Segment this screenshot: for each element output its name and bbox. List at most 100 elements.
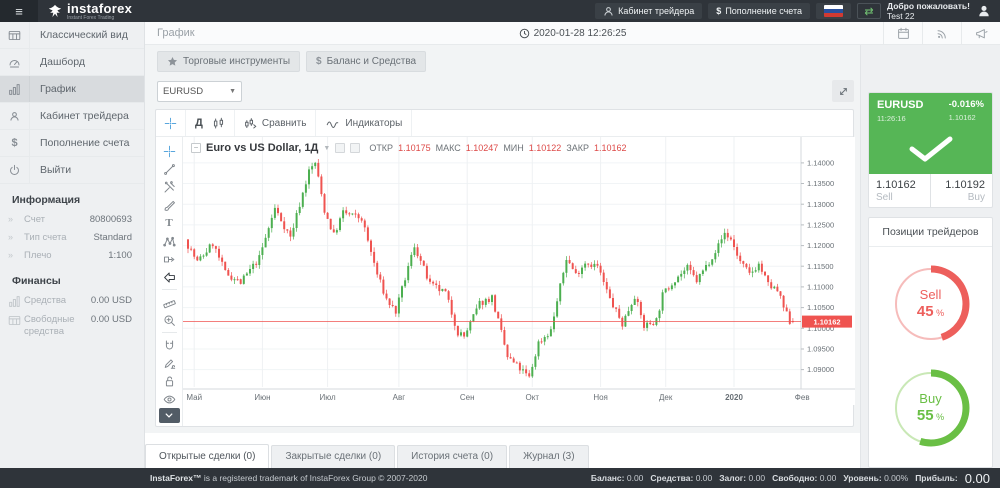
lock-tool[interactable]	[156, 372, 182, 390]
svg-text:Дек: Дек	[659, 393, 673, 402]
svg-text:1.10500: 1.10500	[807, 303, 834, 312]
left-sidebar: Классический вид Дашборд ГрафикКабинет тре…	[0, 22, 145, 468]
brush-tool[interactable]	[156, 196, 182, 214]
language-flag-button[interactable]	[816, 3, 851, 19]
ruler-tool[interactable]	[156, 293, 182, 311]
clock-icon	[519, 28, 530, 39]
person-icon	[603, 6, 614, 17]
svg-text:Июл: Июл	[319, 393, 336, 402]
balance-label: Баланс и Средства	[327, 56, 417, 67]
announcements-button[interactable]	[961, 22, 1000, 44]
sidebar-item-1[interactable]: Классический вид	[0, 22, 144, 49]
pattern-tool[interactable]	[156, 232, 182, 250]
tab-2[interactable]: Закрытые сделки (0)	[271, 445, 395, 468]
quote-header[interactable]: EURUSD 11:26:16 -0.016% 1.10162	[869, 93, 992, 174]
candle-style-button[interactable]	[212, 117, 225, 130]
sidebar-item-3[interactable]: График	[0, 76, 144, 103]
sidebar-item-label: Пополнение счета	[30, 137, 130, 149]
tab-1[interactable]: Открытые сделки (0)	[145, 444, 269, 468]
top-bar: ≡ instaforex Instant Forex Trading Кабин…	[0, 0, 1000, 22]
finance-section-header: Финансы	[0, 265, 144, 292]
status-bar: InstaForex™ is a registered trademark of…	[0, 468, 1000, 488]
status-stat: Баланс: 0.00	[591, 473, 644, 483]
deposit-label: Пополнение счета	[725, 6, 802, 16]
tools-divider	[162, 289, 177, 290]
forecast-tool[interactable]	[156, 250, 182, 268]
status-stat: Уровень: 0.00%	[843, 473, 908, 483]
sidebar-item-4[interactable]: Кабинет трейдера	[0, 103, 144, 130]
checkmark-icon	[877, 125, 984, 167]
page-title: График	[145, 27, 195, 39]
avatar-icon[interactable]	[976, 3, 992, 19]
tab-4[interactable]: Журнал (3)	[509, 445, 589, 468]
quote-symbol: EURUSD	[877, 99, 923, 111]
eye-tool[interactable]	[156, 390, 182, 408]
deposit-button[interactable]: $ Пополнение счета	[708, 3, 810, 19]
cursor-tool[interactable]	[156, 268, 182, 286]
sidebar-item-label: Классический вид	[30, 29, 128, 41]
russian-flag-icon	[824, 5, 843, 17]
sell-cell[interactable]: 1.10162 Sell	[869, 174, 930, 208]
sidebar-item-2[interactable]: Дашборд	[0, 49, 144, 76]
crosshair-mode-button[interactable]	[164, 117, 177, 130]
chart-plot[interactable]: 1.090001.095001.100001.105001.110001.115…	[183, 137, 855, 405]
zoom-tool[interactable]	[156, 311, 182, 329]
rss-button[interactable]	[922, 22, 961, 44]
compare-label: Сравнить	[262, 118, 307, 129]
compare-button[interactable]: Сравнить	[244, 117, 307, 130]
drawing-tools-strip: T	[156, 137, 183, 426]
svg-text:1.13000: 1.13000	[807, 200, 834, 209]
svg-text:Май: Май	[186, 393, 202, 402]
svg-text:1.10162: 1.10162	[813, 317, 840, 326]
chart-icon	[0, 76, 30, 102]
instaforex-logo[interactable]: instaforex Instant Forex Trading	[38, 0, 142, 22]
trading-instruments-button[interactable]: Торговые инструменты	[157, 51, 300, 72]
buy-cell[interactable]: 1.10192 Buy	[931, 174, 992, 208]
bottom-tabs: Открытые сделки (0)Закрытые сделки (0)Ис…	[145, 444, 860, 468]
dollar-icon: $	[316, 56, 322, 67]
chart-card: Д Сравнить	[155, 109, 854, 427]
info-row: »Плечо1:100	[0, 247, 144, 265]
sidebar-item-6[interactable]: Выйти	[0, 157, 144, 184]
crosshair-tool[interactable]	[156, 142, 182, 160]
chevron-down-icon: ▼	[229, 88, 236, 95]
calendar-button[interactable]	[883, 22, 922, 44]
page-header: График 2020-01-28 12:26:25	[145, 22, 1000, 45]
timeframe-button[interactable]: Д	[195, 117, 203, 129]
magnet-tool[interactable]	[156, 336, 182, 354]
plock-tool[interactable]	[156, 354, 182, 372]
status-stat: Залог: 0.00	[719, 473, 765, 483]
svg-text:1.11500: 1.11500	[807, 262, 834, 271]
sell-gauge: Sell 45 %	[888, 261, 974, 347]
fullscreen-button[interactable]	[832, 80, 854, 102]
trader-cabinet-button[interactable]: Кабинет трейдера	[595, 3, 702, 19]
status-stat: Средства: 0.00	[650, 473, 712, 483]
chart-toolbar-area: Торговые инструменты $ Баланс и Средства…	[145, 45, 860, 433]
logo-subtitle: Instant Forex Trading	[67, 16, 132, 21]
right-sidebar: EURUSD 11:26:16 -0.016% 1.10162	[860, 45, 1000, 468]
svg-text:1.09000: 1.09000	[807, 365, 834, 374]
server-datetime: 2020-01-28 12:26:25	[534, 28, 627, 39]
indicators-button[interactable]: Индикаторы	[325, 117, 402, 130]
tab-3[interactable]: История счета (0)	[397, 445, 507, 468]
username: Test 22	[887, 11, 914, 21]
transfer-icon-button[interactable]: ⇄	[857, 3, 881, 19]
trader-positions-card: Позиции трейдеров Sell 45 % Buy 55 %	[868, 217, 993, 468]
svg-text:Июн: Июн	[254, 393, 270, 402]
svg-text:Фев: Фев	[795, 393, 810, 402]
balance-funds-button[interactable]: $ Баланс и Средства	[306, 51, 426, 72]
info-row: Свободные средства0.00 USD	[0, 311, 144, 341]
symbol-select[interactable]: EURUSD ▼	[157, 81, 242, 102]
welcome-block: Добро пожаловать! Test 22	[887, 1, 970, 21]
sidebar-item-5[interactable]: $Пополнение счета	[0, 130, 144, 157]
sidebar-item-label: Дашборд	[30, 56, 85, 68]
chevrons-icon: »	[8, 250, 24, 261]
text-tool[interactable]: T	[156, 214, 182, 232]
sell-price: 1.10162	[876, 179, 923, 191]
tools-collapse-button[interactable]	[159, 408, 180, 423]
profit-label: Прибыль:	[915, 473, 958, 483]
hamburger-menu-button[interactable]: ≡	[0, 0, 38, 22]
fork-tool[interactable]	[156, 178, 182, 196]
trend-tool[interactable]	[156, 160, 182, 178]
info-section-header: Информация	[0, 184, 144, 211]
